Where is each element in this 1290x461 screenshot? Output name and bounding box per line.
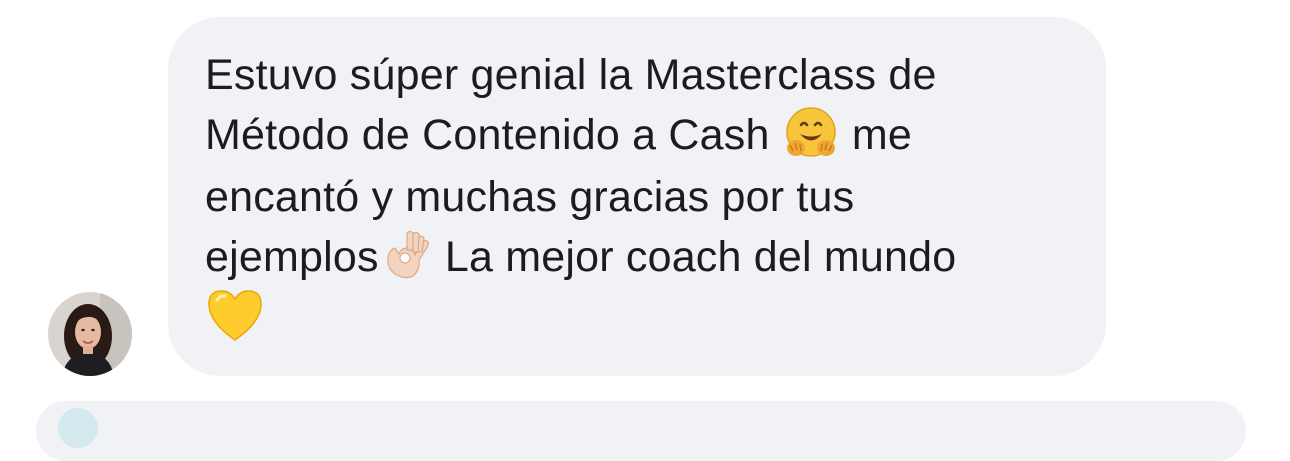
ok-hand-emoji [379,228,433,282]
message-line: encantó y muchas gracias por tus [205,172,855,221]
message-line: Método de Contenido a Cash me [205,105,1085,167]
avatar-image [48,292,132,376]
message-text: Estuvo súper genial la Masterclass de Mé… [205,45,1085,348]
message-line-text: ejemplos [205,232,379,281]
hugging-face-emoji [782,105,840,163]
sender-avatar[interactable] [48,292,132,376]
message-line: Estuvo súper genial la Masterclass de [205,51,937,99]
message-line [205,287,1085,349]
yellow-heart-emoji [205,286,265,344]
next-avatar [58,408,98,448]
message-line: ejemplos La mejor coach del mundo [205,227,1085,287]
message-bubble[interactable]: Estuvo súper genial la Masterclass de Mé… [168,17,1106,376]
message-line-text: me [851,111,913,159]
message-line-text: La mejor coach del mundo [432,232,957,281]
message-line-text: Método de Contenido a Cash [205,111,770,159]
next-message-bubble[interactable] [36,401,1246,461]
